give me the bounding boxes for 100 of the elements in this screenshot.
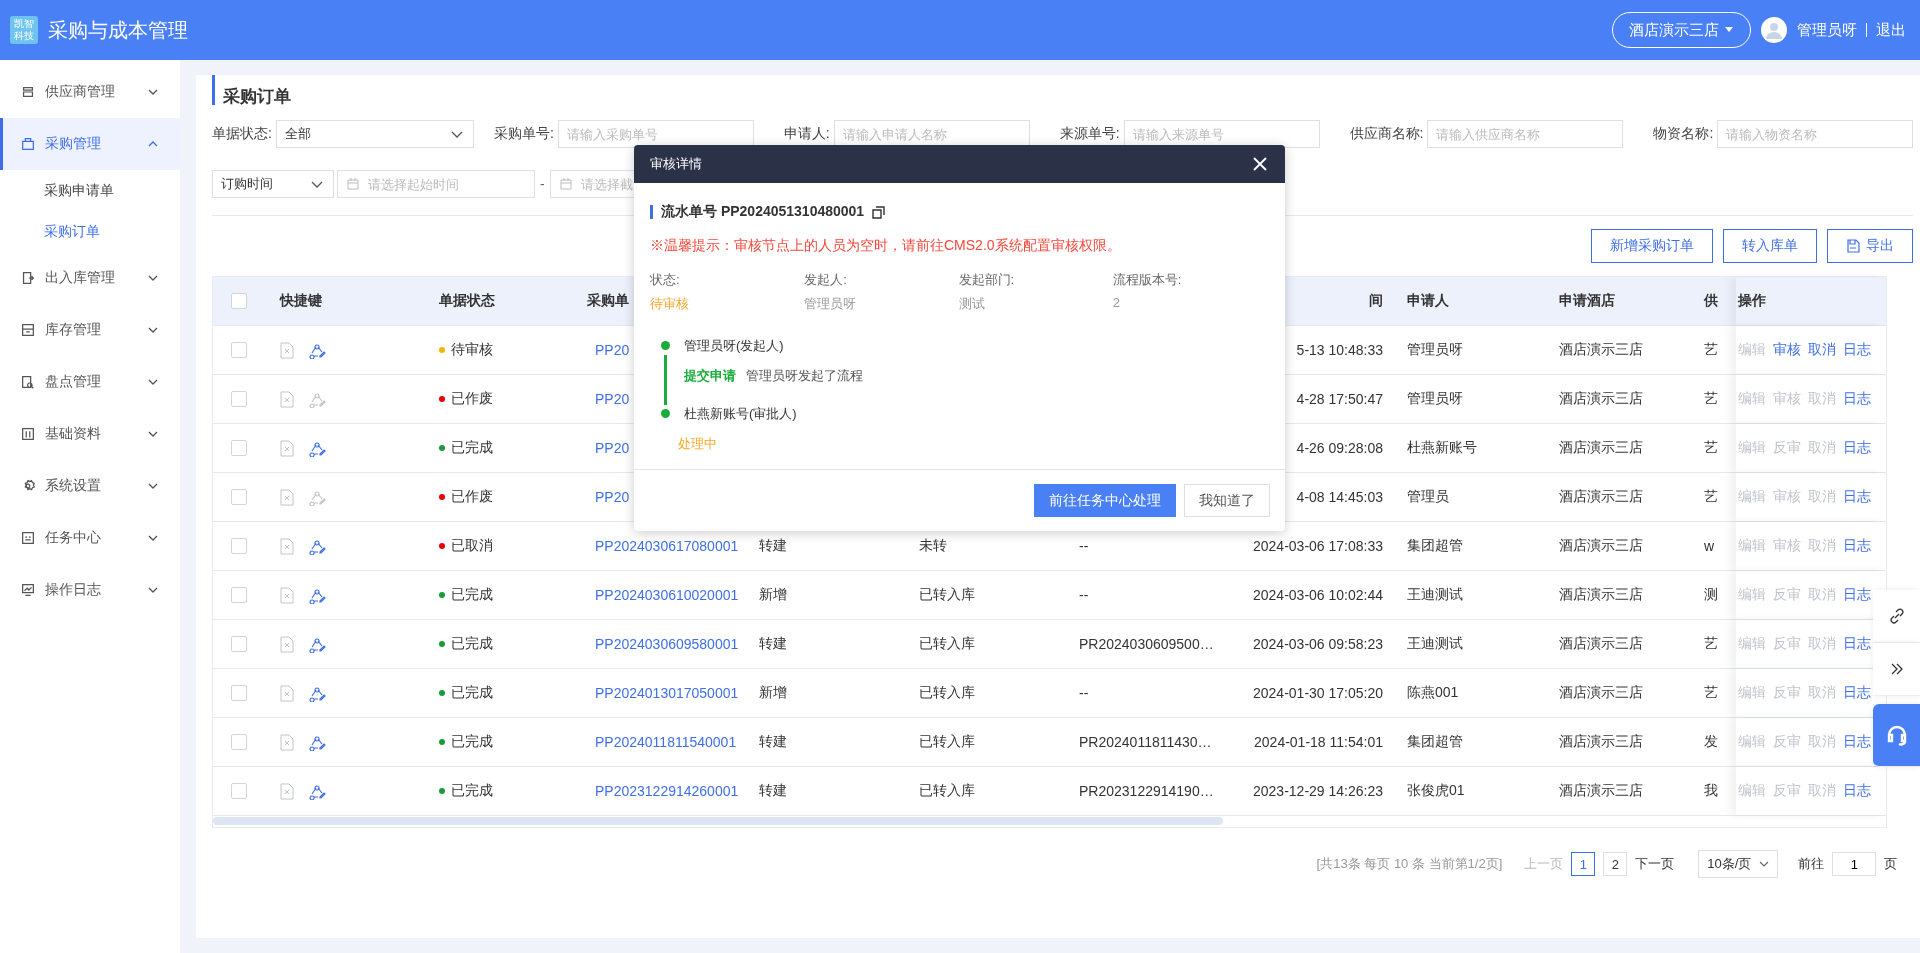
search-field[interactable]: 请输入来源单号 [1123, 120, 1320, 148]
sidebar-subitem[interactable]: 采购申请单 [0, 170, 180, 211]
page-number[interactable]: 1 [1571, 852, 1596, 876]
table-cell: 2024-03-06 10:02:44 [1253, 587, 1383, 603]
action-link[interactable]: 日志 [1843, 537, 1871, 555]
sidebar-item[interactable]: 盘点管理 [0, 356, 180, 408]
sidebar-item[interactable]: 采购管理 [0, 118, 180, 170]
sidebar-item[interactable]: 系统设置 [0, 460, 180, 512]
sidebar-subitem[interactable]: 采购订单 [0, 211, 180, 252]
document-icon[interactable] [280, 733, 294, 751]
row-checkbox[interactable] [230, 440, 247, 456]
sidebar-item[interactable]: 基础资料 [0, 408, 180, 460]
search-field[interactable]: 请输入供应商名称 [1427, 120, 1624, 148]
share-icon[interactable] [308, 635, 326, 653]
toolbar-button[interactable]: 转入库单 [1723, 229, 1818, 263]
row-checkbox[interactable] [230, 587, 247, 603]
order-number-link[interactable]: PP2024030609580001 [595, 636, 739, 652]
order-number-link[interactable]: PP20 [595, 489, 630, 505]
document-icon[interactable] [280, 537, 294, 555]
select-all-checkbox[interactable] [230, 293, 247, 309]
info-value: 待审核 [650, 295, 690, 313]
action-link[interactable]: 日志 [1843, 341, 1871, 359]
sidebar-item[interactable]: 任务中心 [0, 512, 180, 564]
action-link[interactable]: 日志 [1843, 782, 1871, 800]
document-icon[interactable] [280, 488, 294, 506]
status-text: 已作废 [451, 390, 493, 408]
share-icon[interactable] [308, 733, 326, 751]
row-checkbox[interactable] [230, 391, 247, 407]
action-link[interactable]: 日志 [1843, 439, 1871, 457]
date-type-select[interactable]: 订购时间 [212, 170, 334, 198]
share-icon[interactable] [308, 684, 326, 702]
action-link[interactable]: 取消 [1808, 341, 1836, 359]
primary-button[interactable]: 前往任务中心处理 [1034, 484, 1176, 517]
share-icon[interactable] [308, 782, 326, 800]
action-link[interactable]: 日志 [1843, 488, 1871, 506]
logout-link[interactable]: 退出 [1876, 20, 1906, 40]
row-checkbox[interactable] [230, 538, 247, 554]
action-link[interactable]: 日志 [1843, 635, 1871, 653]
share-icon[interactable] [308, 439, 326, 457]
order-number-link[interactable]: PP2023122914260001 [595, 783, 739, 799]
order-number-link[interactable]: PP2024030610020001 [595, 587, 739, 603]
order-number-link[interactable]: PP2024013017050001 [595, 685, 739, 701]
row-checkbox[interactable] [230, 685, 247, 701]
close-icon[interactable] [1253, 157, 1267, 171]
document-icon[interactable] [280, 390, 294, 408]
filter-label: 申请人: [783, 125, 830, 143]
page-summary: [共13条 每页 10 条 当前第1/2页] [1316, 855, 1503, 873]
range-separator: - [540, 176, 545, 192]
table-cell: 酒店演示三店 [1559, 341, 1643, 359]
document-icon[interactable] [280, 341, 294, 359]
row-checkbox[interactable] [230, 734, 247, 750]
order-number-link[interactable]: PP2024011811540001 [595, 734, 737, 750]
collapse-button[interactable] [1873, 643, 1920, 696]
document-icon[interactable] [280, 782, 294, 800]
row-checkbox[interactable] [230, 636, 247, 652]
column-header: 间 [1369, 292, 1383, 310]
share-icon[interactable] [308, 341, 326, 359]
order-number-link[interactable]: PP20 [595, 342, 630, 358]
page-size-select[interactable]: 10条/页 [1698, 850, 1779, 878]
menu-item-icon [20, 84, 36, 100]
page-number[interactable]: 2 [1603, 852, 1628, 876]
document-icon[interactable] [280, 684, 294, 702]
row-checkbox[interactable] [230, 783, 247, 799]
toolbar-button[interactable]: 新增采购订单 [1591, 229, 1714, 263]
action-link[interactable]: 日志 [1843, 586, 1871, 604]
start-date-field[interactable]: 请选择起始时间 [337, 170, 535, 198]
row-checkbox[interactable] [230, 342, 247, 358]
action-link[interactable]: 日志 [1843, 390, 1871, 408]
copy-icon[interactable] [872, 205, 886, 219]
sidebar-item[interactable]: 出入库管理 [0, 252, 180, 304]
dismiss-button[interactable]: 我知道了 [1184, 484, 1270, 517]
action-link[interactable]: 日志 [1843, 733, 1871, 751]
document-icon[interactable] [280, 635, 294, 653]
order-number-link[interactable]: PP20 [595, 440, 630, 456]
order-number-link[interactable]: PP2024030617080001 [595, 538, 739, 554]
search-field[interactable]: 请输入物资名称 [1717, 120, 1914, 148]
sidebar-item[interactable]: 供应商管理 [0, 66, 180, 118]
status-select[interactable]: 全部 [275, 120, 474, 148]
link-button[interactable] [1873, 590, 1920, 643]
table-cell: 2023-12-29 14:26:23 [1253, 783, 1383, 799]
support-button[interactable] [1873, 704, 1920, 767]
avatar-icon[interactable] [1761, 17, 1787, 43]
action-link[interactable]: 日志 [1843, 684, 1871, 702]
chevron-icon [148, 327, 158, 333]
goto-page-field[interactable]: 1 [1832, 852, 1877, 876]
sidebar-item[interactable]: 库存管理 [0, 304, 180, 356]
next-page-link[interactable]: 下一页 [1635, 855, 1675, 873]
order-number-link[interactable]: PP20 [595, 391, 630, 407]
sidebar-item[interactable]: 操作日志 [0, 564, 180, 616]
share-icon[interactable] [308, 537, 326, 555]
document-icon[interactable] [280, 439, 294, 457]
user-name[interactable]: 管理员呀 [1797, 20, 1857, 40]
search-field[interactable]: 请输入申请人名称 [833, 120, 1030, 148]
export-button[interactable]: 导出 [1827, 229, 1914, 263]
table-cell: 已转入库 [919, 586, 975, 604]
action-link[interactable]: 审核 [1773, 341, 1801, 359]
row-checkbox[interactable] [230, 489, 247, 505]
search-field[interactable]: 请输入采购单号 [557, 120, 754, 148]
share-icon[interactable] [308, 586, 326, 604]
document-icon[interactable] [280, 586, 294, 604]
